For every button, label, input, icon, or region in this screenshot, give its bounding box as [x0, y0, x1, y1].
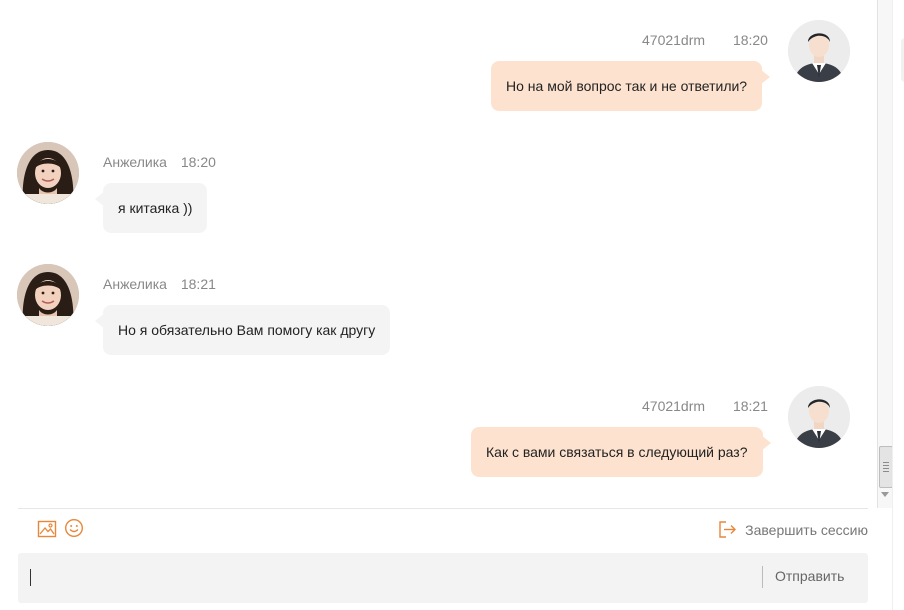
window-edge	[892, 0, 904, 610]
message-sender: Анжелика	[103, 276, 167, 292]
message-text: я китаяка ))	[118, 200, 193, 216]
message-meta: 47021drm 18:21	[642, 398, 768, 414]
message-sender: 47021drm	[642, 32, 706, 48]
message-input[interactable]: Отправить	[18, 553, 868, 603]
message-text: Но на мой вопрос так и не ответили?	[506, 78, 748, 94]
message-text: Как с вами связаться в следующий раз?	[486, 444, 748, 460]
message-text: Но я обязательно Вам помогу как другу	[118, 322, 376, 338]
agent-avatar	[17, 264, 79, 326]
image-icon[interactable]	[37, 519, 57, 539]
message-bubble: я китаяка ))	[94, 183, 208, 233]
emoji-icon[interactable]	[64, 518, 84, 538]
send-divider	[762, 566, 763, 588]
send-button[interactable]: Отправить	[775, 568, 844, 584]
exit-icon	[719, 521, 737, 538]
text-caret	[30, 569, 31, 586]
chat-history: 47021drm 18:20 Но на мой вопрос так и не…	[0, 0, 876, 508]
message-meta: 47021drm 18:20	[642, 32, 768, 48]
message-time: 18:20	[732, 32, 768, 48]
end-session-button[interactable]: Завершить сессию	[718, 520, 868, 539]
message-bubble: Но на мой вопрос так и не ответили?	[491, 61, 771, 111]
user-avatar	[788, 20, 850, 82]
message-meta: Анжелика 18:20	[103, 154, 216, 170]
user-avatar	[788, 386, 850, 448]
scrollbar-thumb[interactable]	[879, 446, 893, 488]
message-time: 18:20	[180, 154, 216, 170]
message-sender: Анжелика	[103, 154, 167, 170]
agent-avatar	[17, 142, 79, 204]
end-session-label: Завершить сессию	[745, 521, 868, 538]
scroll-down-arrow-icon[interactable]	[881, 492, 889, 497]
message-bubble: Как с вами связаться в следующий раз?	[471, 427, 770, 477]
message-time: 18:21	[180, 276, 216, 292]
chat-scrollbar[interactable]	[877, 0, 893, 508]
composer-toolbar: Завершить сессию	[18, 508, 868, 551]
message-time: 18:21	[732, 398, 768, 414]
message-meta: Анжелика 18:21	[103, 276, 216, 292]
message-sender: 47021drm	[642, 398, 706, 414]
message-bubble: Но я обязательно Вам помогу как другу	[94, 305, 391, 355]
